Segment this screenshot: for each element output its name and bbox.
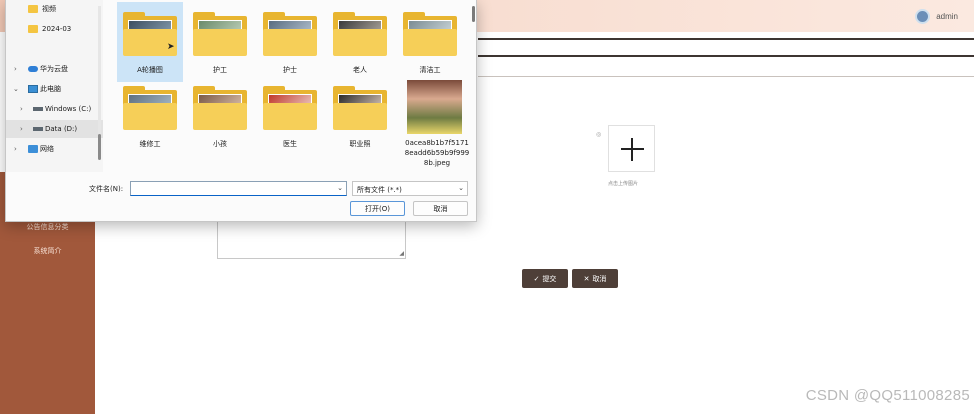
- chevron-down-icon[interactable]: ⌄: [337, 184, 343, 192]
- resize-grip-icon[interactable]: ◢: [399, 251, 404, 257]
- folder-tile[interactable]: 维修工: [117, 76, 183, 156]
- chevron-right-icon[interactable]: ›: [14, 65, 17, 73]
- folder-tile[interactable]: 护工: [187, 2, 253, 82]
- folder-tile[interactable]: 医生: [257, 76, 323, 156]
- nav-item-windows-c[interactable]: › Windows (C:): [6, 100, 103, 118]
- folder-tile[interactable]: A轮播图 ➤: [117, 2, 183, 82]
- folder-name: 维修工: [139, 140, 161, 148]
- folder-icon: [123, 86, 177, 130]
- chevron-right-icon[interactable]: ›: [14, 145, 17, 153]
- folder-icon: [263, 86, 317, 130]
- folder-name: 职业照: [349, 140, 371, 148]
- image-file-tile[interactable]: 0acea8b1b7f51718eadd6b59b9f9998b.jpeg: [404, 80, 470, 172]
- folder-name: A轮播图: [137, 66, 163, 74]
- open-button[interactable]: 打开(O): [350, 201, 405, 216]
- folder-name: 老人: [353, 66, 367, 74]
- chevron-right-icon[interactable]: ›: [20, 105, 23, 113]
- folder-name: 小孩: [213, 140, 227, 148]
- cancel-button[interactable]: ✕ 取消: [572, 269, 618, 288]
- nav-item-2024-03[interactable]: 2024-03: [6, 20, 103, 38]
- form-divider: [478, 76, 974, 77]
- cloud-icon: [28, 66, 38, 72]
- chevron-down-icon[interactable]: ⌄: [458, 184, 464, 192]
- avatar: [915, 9, 931, 24]
- user-menu[interactable]: admin: [915, 9, 958, 24]
- files-scrollbar[interactable]: [472, 6, 475, 22]
- close-icon: ✕: [583, 274, 590, 283]
- folder-tile[interactable]: 清洁工: [397, 2, 463, 82]
- file-type-select[interactable]: 所有文件 (*.*) ⌄: [352, 181, 468, 196]
- folder-name: 医生: [283, 140, 297, 148]
- nav-item-network[interactable]: › 网络: [6, 140, 103, 158]
- watermark: CSDN @QQ511008285: [805, 387, 970, 404]
- check-icon: ✓: [533, 274, 540, 283]
- folder-icon: [28, 5, 38, 13]
- folder-name: 护士: [283, 66, 297, 74]
- folder-tile[interactable]: 老人: [327, 2, 393, 82]
- file-name: 0acea8b1b7f51718eadd6b59b9f9998b.jpeg: [404, 139, 470, 167]
- folder-name: 护工: [213, 66, 227, 74]
- content-textarea[interactable]: ◢: [217, 222, 406, 259]
- user-name: admin: [936, 12, 958, 21]
- submit-button[interactable]: ✓ 提交: [522, 269, 568, 288]
- upload-tip: 点击上传图片: [608, 181, 639, 187]
- nav-item-videos[interactable]: 视频: [6, 0, 103, 18]
- sidebar-item-notice-category[interactable]: 公告信息分类: [0, 222, 95, 232]
- network-icon: [28, 145, 38, 153]
- image-thumbnail: [407, 80, 462, 134]
- computer-icon: [28, 85, 38, 93]
- nav-item-this-pc[interactable]: ⌄ 此电脑: [6, 80, 103, 98]
- folder-icon: [193, 12, 247, 56]
- file-open-dialog: 视频 2024-03 › 华为云盘 ⌄ 此电脑 › Windows (C:) ›…: [5, 0, 477, 222]
- chevron-down-icon[interactable]: ⌄: [13, 85, 19, 93]
- folder-icon: [403, 12, 457, 56]
- folder-icon: [263, 12, 317, 56]
- nav-item-data-d[interactable]: › Data (D:): [6, 120, 103, 138]
- folder-tile[interactable]: 小孩: [187, 76, 253, 156]
- form-divider: [478, 55, 974, 57]
- sidebar-item-system-intro[interactable]: 系统简介: [0, 246, 95, 256]
- file-type-value: 所有文件 (*.*): [357, 186, 402, 194]
- folder-icon: [28, 25, 38, 33]
- folder-icon: [333, 12, 387, 56]
- navigation-pane: 视频 2024-03 › 华为云盘 ⌄ 此电脑 › Windows (C:) ›…: [6, 0, 103, 172]
- form-divider: [478, 38, 974, 40]
- image-upload-button[interactable]: [608, 125, 655, 172]
- drive-icon: [33, 107, 43, 111]
- filename-input[interactable]: ⌄: [130, 181, 347, 196]
- page: admin 公告信息分类 系统简介 ◎ 点击上传图片 ◢ ✓ 提交 ✕ 取消 C…: [0, 0, 974, 414]
- folder-tile[interactable]: 护士: [257, 2, 323, 82]
- mouse-cursor-icon: ➤: [167, 42, 175, 52]
- scrollbar-thumb[interactable]: [98, 134, 101, 160]
- folder-icon: [333, 86, 387, 130]
- folder-icon: [193, 86, 247, 130]
- nav-scrollbar[interactable]: [98, 6, 101, 160]
- drive-icon: [33, 127, 43, 131]
- filename-label: 文件名(N):: [89, 185, 124, 193]
- cancel-label: 取消: [592, 274, 607, 283]
- nav-item-huawei-cloud[interactable]: › 华为云盘: [6, 60, 103, 78]
- folder-name: 清洁工: [419, 66, 441, 74]
- dialog-cancel-button[interactable]: 取消: [413, 201, 468, 216]
- submit-label: 提交: [542, 274, 557, 283]
- folder-tile[interactable]: 职业照: [327, 76, 393, 156]
- upload-marker: ◎: [596, 131, 602, 138]
- chevron-right-icon[interactable]: ›: [20, 125, 23, 133]
